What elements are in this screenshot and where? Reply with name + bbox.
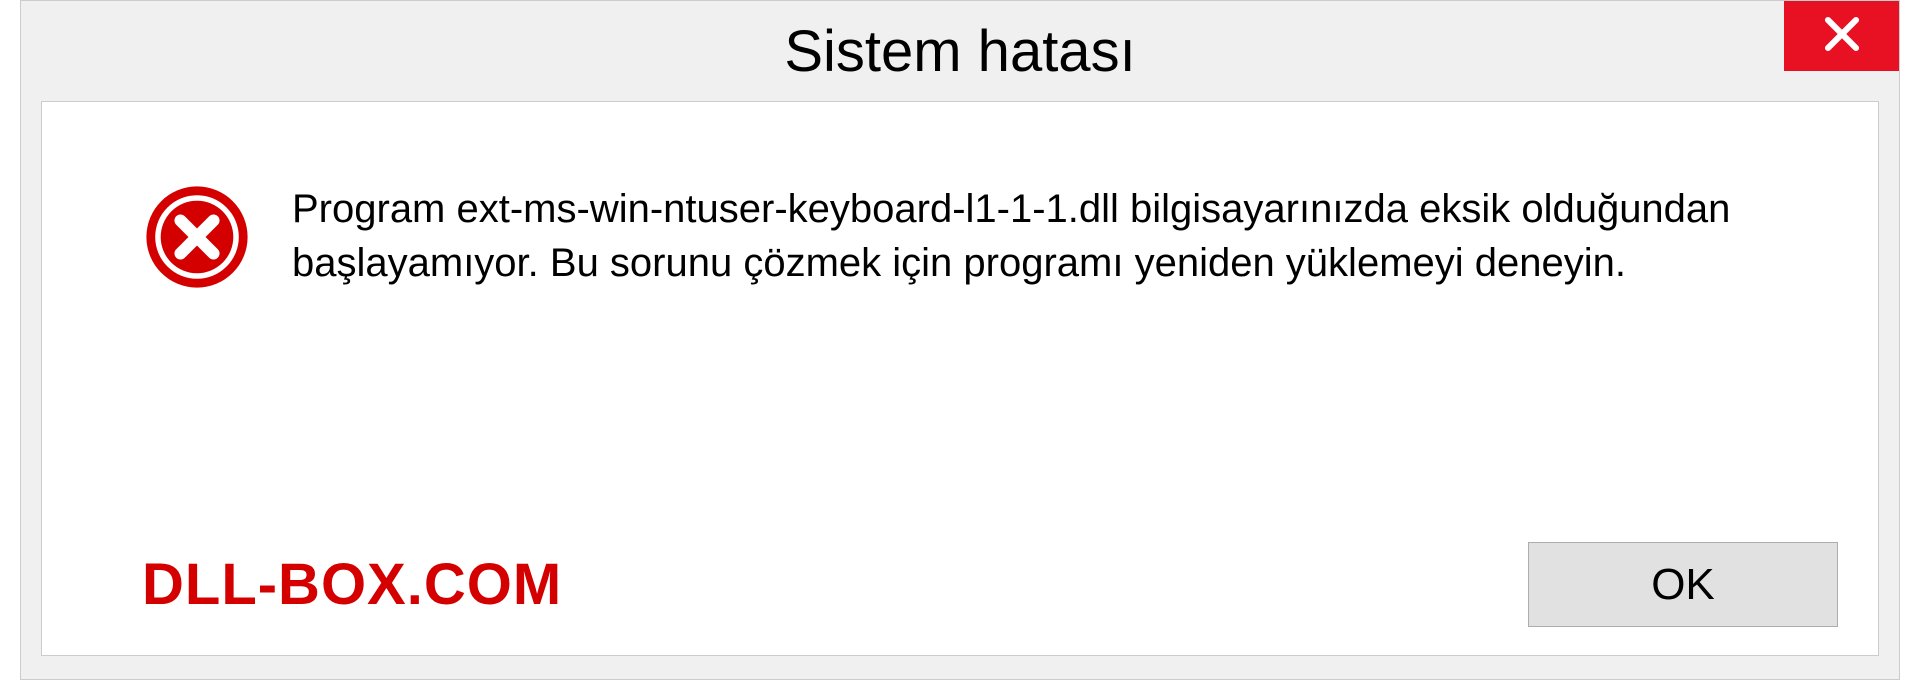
content-panel: Program ext-ms-win-ntuser-keyboard-l1-1-… xyxy=(41,101,1879,656)
dialog-title: Sistem hatası xyxy=(784,18,1135,85)
watermark-text: DLL-BOX.COM xyxy=(142,551,562,618)
error-icon xyxy=(142,182,252,292)
ok-button-label: OK xyxy=(1651,560,1715,610)
message-row: Program ext-ms-win-ntuser-keyboard-l1-1-… xyxy=(42,102,1878,292)
error-message: Program ext-ms-win-ntuser-keyboard-l1-1-… xyxy=(292,182,1792,290)
close-icon xyxy=(1821,13,1863,60)
ok-button[interactable]: OK xyxy=(1528,542,1838,627)
footer-row: DLL-BOX.COM OK xyxy=(42,542,1878,627)
error-dialog: Sistem hatası Program ext-ms-wi xyxy=(20,0,1900,680)
close-button[interactable] xyxy=(1784,1,1899,71)
titlebar: Sistem hatası xyxy=(21,1,1899,101)
